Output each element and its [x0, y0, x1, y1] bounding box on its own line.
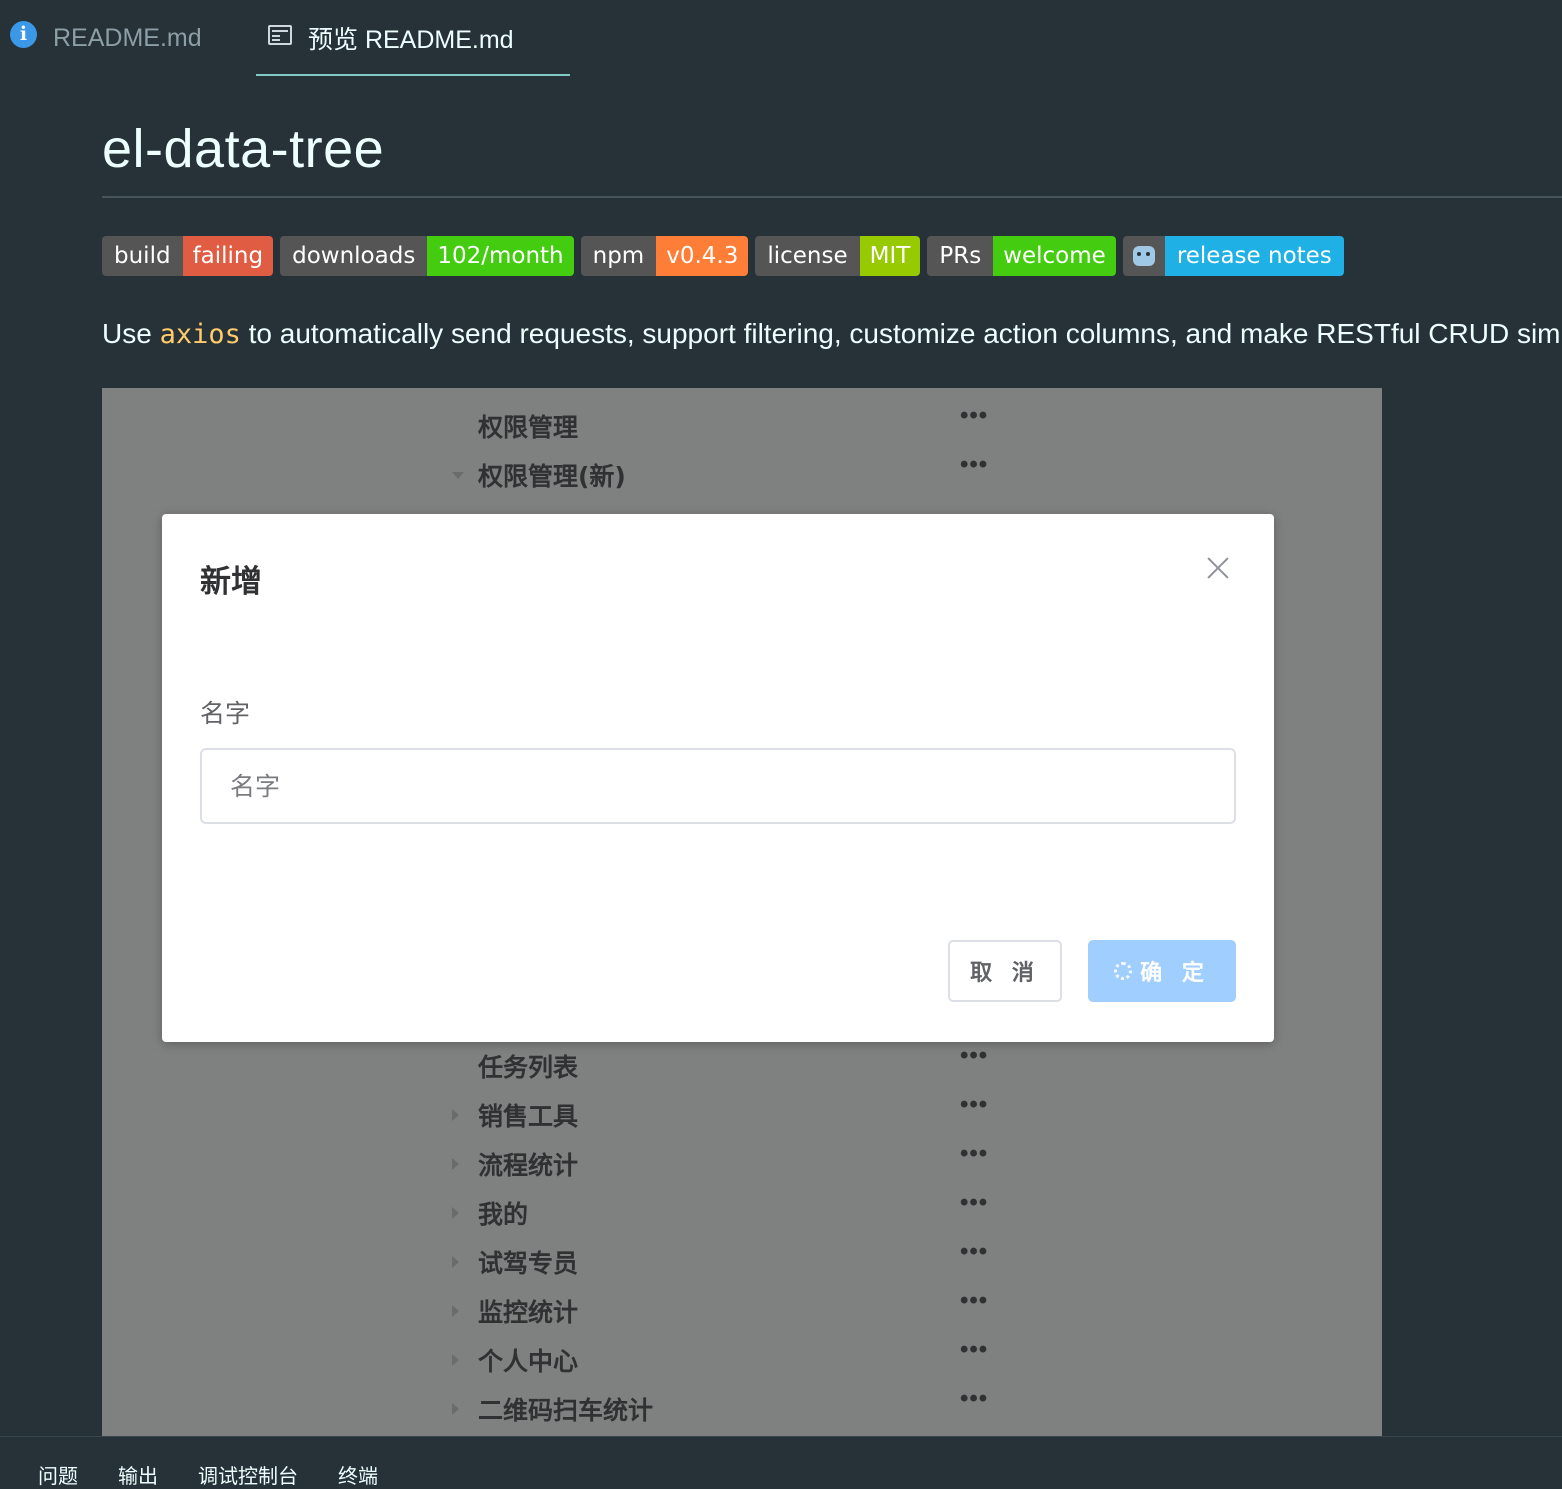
badge-release-notes-icon-cell — [1122, 236, 1165, 276]
name-field-label: 名字 — [200, 699, 251, 728]
badge-build-value: failing — [182, 236, 274, 276]
badge-release-notes[interactable]: release notes — [1122, 236, 1344, 276]
tree-row: 权限管理 ••• — [102, 402, 1382, 448]
tab-preview-readme[interactable]: 预览 README.md — [256, 0, 570, 76]
tree-row-label: 权限管理 — [478, 413, 579, 442]
tree-row: 二维码扫车统计 ••• — [102, 1385, 1382, 1431]
loading-icon — [1114, 962, 1133, 980]
tree-row-label: 试驾专员 — [478, 1249, 579, 1278]
cancel-button[interactable]: 取 消 — [948, 940, 1062, 1002]
badge-build[interactable]: build failing — [102, 236, 274, 276]
tab-readme[interactable]: i README.md — [10, 0, 202, 76]
more-icon: ••• — [960, 451, 989, 478]
dialog-title: 新增 — [200, 564, 262, 600]
badge-prs-label: PRs — [927, 236, 994, 276]
badge-npm-value: v0.4.3 — [656, 236, 749, 276]
panel-tabs: 问题 输出 调试控制台 终端 — [38, 1460, 378, 1489]
tree-row: 任务列表 ••• — [102, 1042, 1382, 1088]
caret-right-icon — [452, 1403, 459, 1415]
tree-row-label: 销售工具 — [478, 1102, 579, 1131]
badge-npm[interactable]: npm v0.4.3 — [580, 236, 749, 276]
preview-icon — [268, 25, 292, 45]
tree-row: 销售工具 ••• — [102, 1091, 1382, 1137]
name-input[interactable] — [200, 748, 1236, 824]
tree-row: 监控统计 ••• — [102, 1287, 1382, 1333]
more-icon: ••• — [960, 1189, 989, 1216]
badge-license-value: MIT — [859, 236, 921, 276]
demo-screenshot: 权限管理 ••• 权限管理(新) ••• 任务列表 ••• 销售工具 ••• 流… — [102, 388, 1382, 1436]
confirm-button[interactable]: 确 定 — [1088, 940, 1236, 1002]
caret-down-icon — [452, 472, 464, 479]
badge-downloads-value: 102/month — [427, 236, 574, 276]
more-icon: ••• — [960, 1336, 989, 1363]
badge-build-label: build — [102, 236, 183, 276]
add-dialog: 新增 名字 取 消 确 定 — [162, 514, 1274, 1042]
badge-license-label: license — [755, 236, 860, 276]
more-icon: ••• — [960, 1091, 989, 1118]
editor-tab-bar: i README.md 预览 README.md — [0, 0, 1562, 76]
caret-right-icon — [452, 1256, 459, 1268]
badge-prs-value: welcome — [993, 236, 1116, 276]
page-title: el-data-tree — [102, 119, 385, 179]
more-icon: ••• — [960, 1140, 989, 1167]
robot-icon — [1132, 246, 1155, 266]
cancel-button-label: 取 消 — [970, 961, 1040, 986]
title-divider — [102, 196, 1562, 198]
tree-row: 我的 ••• — [102, 1189, 1382, 1235]
description-before: Use — [102, 318, 160, 349]
more-icon: ••• — [960, 1238, 989, 1265]
caret-right-icon — [452, 1207, 459, 1219]
close-icon[interactable] — [1206, 556, 1230, 580]
badge-release-notes-value: release notes — [1164, 236, 1344, 276]
panel-tab-debug-console[interactable]: 调试控制台 — [198, 1460, 298, 1489]
panel-tab-output[interactable]: 输出 — [118, 1460, 158, 1489]
panel-divider — [0, 1436, 1562, 1437]
tree-row-label: 权限管理(新) — [478, 462, 626, 491]
caret-right-icon — [452, 1158, 459, 1170]
more-icon: ••• — [960, 1385, 989, 1412]
caret-right-icon — [452, 1109, 459, 1121]
more-icon: ••• — [960, 1042, 989, 1069]
description-after: to automatically send requests, support … — [240, 318, 1562, 349]
badge-npm-label: npm — [580, 236, 657, 276]
description-text: Use axios to automatically send requests… — [102, 318, 1562, 350]
tree-row: 个人中心 ••• — [102, 1336, 1382, 1382]
tree-row: 流程统计 ••• — [102, 1140, 1382, 1186]
more-icon: ••• — [960, 1287, 989, 1314]
tree-row-label: 监控统计 — [478, 1298, 579, 1327]
panel-tab-terminal[interactable]: 终端 — [338, 1460, 378, 1489]
active-tab-indicator — [256, 74, 570, 76]
tree-row-label: 个人中心 — [478, 1347, 579, 1376]
caret-right-icon — [452, 1305, 459, 1317]
badge-downloads[interactable]: downloads 102/month — [280, 236, 574, 276]
more-icon: ••• — [960, 402, 989, 429]
tree-row-label: 流程统计 — [478, 1151, 579, 1180]
caret-right-icon — [452, 1354, 459, 1366]
tree-row: 试驾专员 ••• — [102, 1238, 1382, 1284]
tree-row-label: 我的 — [478, 1200, 529, 1229]
badge-row: build failing downloads 102/month npm v0… — [102, 236, 1344, 276]
badge-downloads-label: downloads — [280, 236, 428, 276]
info-icon: i — [10, 20, 37, 48]
tree-row-label: 任务列表 — [478, 1053, 579, 1082]
tree-row-label: 二维码扫车统计 — [478, 1396, 654, 1425]
badge-prs[interactable]: PRs welcome — [927, 236, 1116, 276]
panel-tab-problems[interactable]: 问题 — [38, 1460, 78, 1489]
badge-license[interactable]: license MIT — [755, 236, 921, 276]
description-code: axios — [159, 319, 241, 350]
confirm-button-label: 确 定 — [1140, 961, 1210, 986]
tree-row: 权限管理(新) ••• — [102, 451, 1382, 497]
tab-readme-label: README.md — [53, 23, 202, 52]
tab-preview-label: 预览 README.md — [308, 26, 514, 54]
